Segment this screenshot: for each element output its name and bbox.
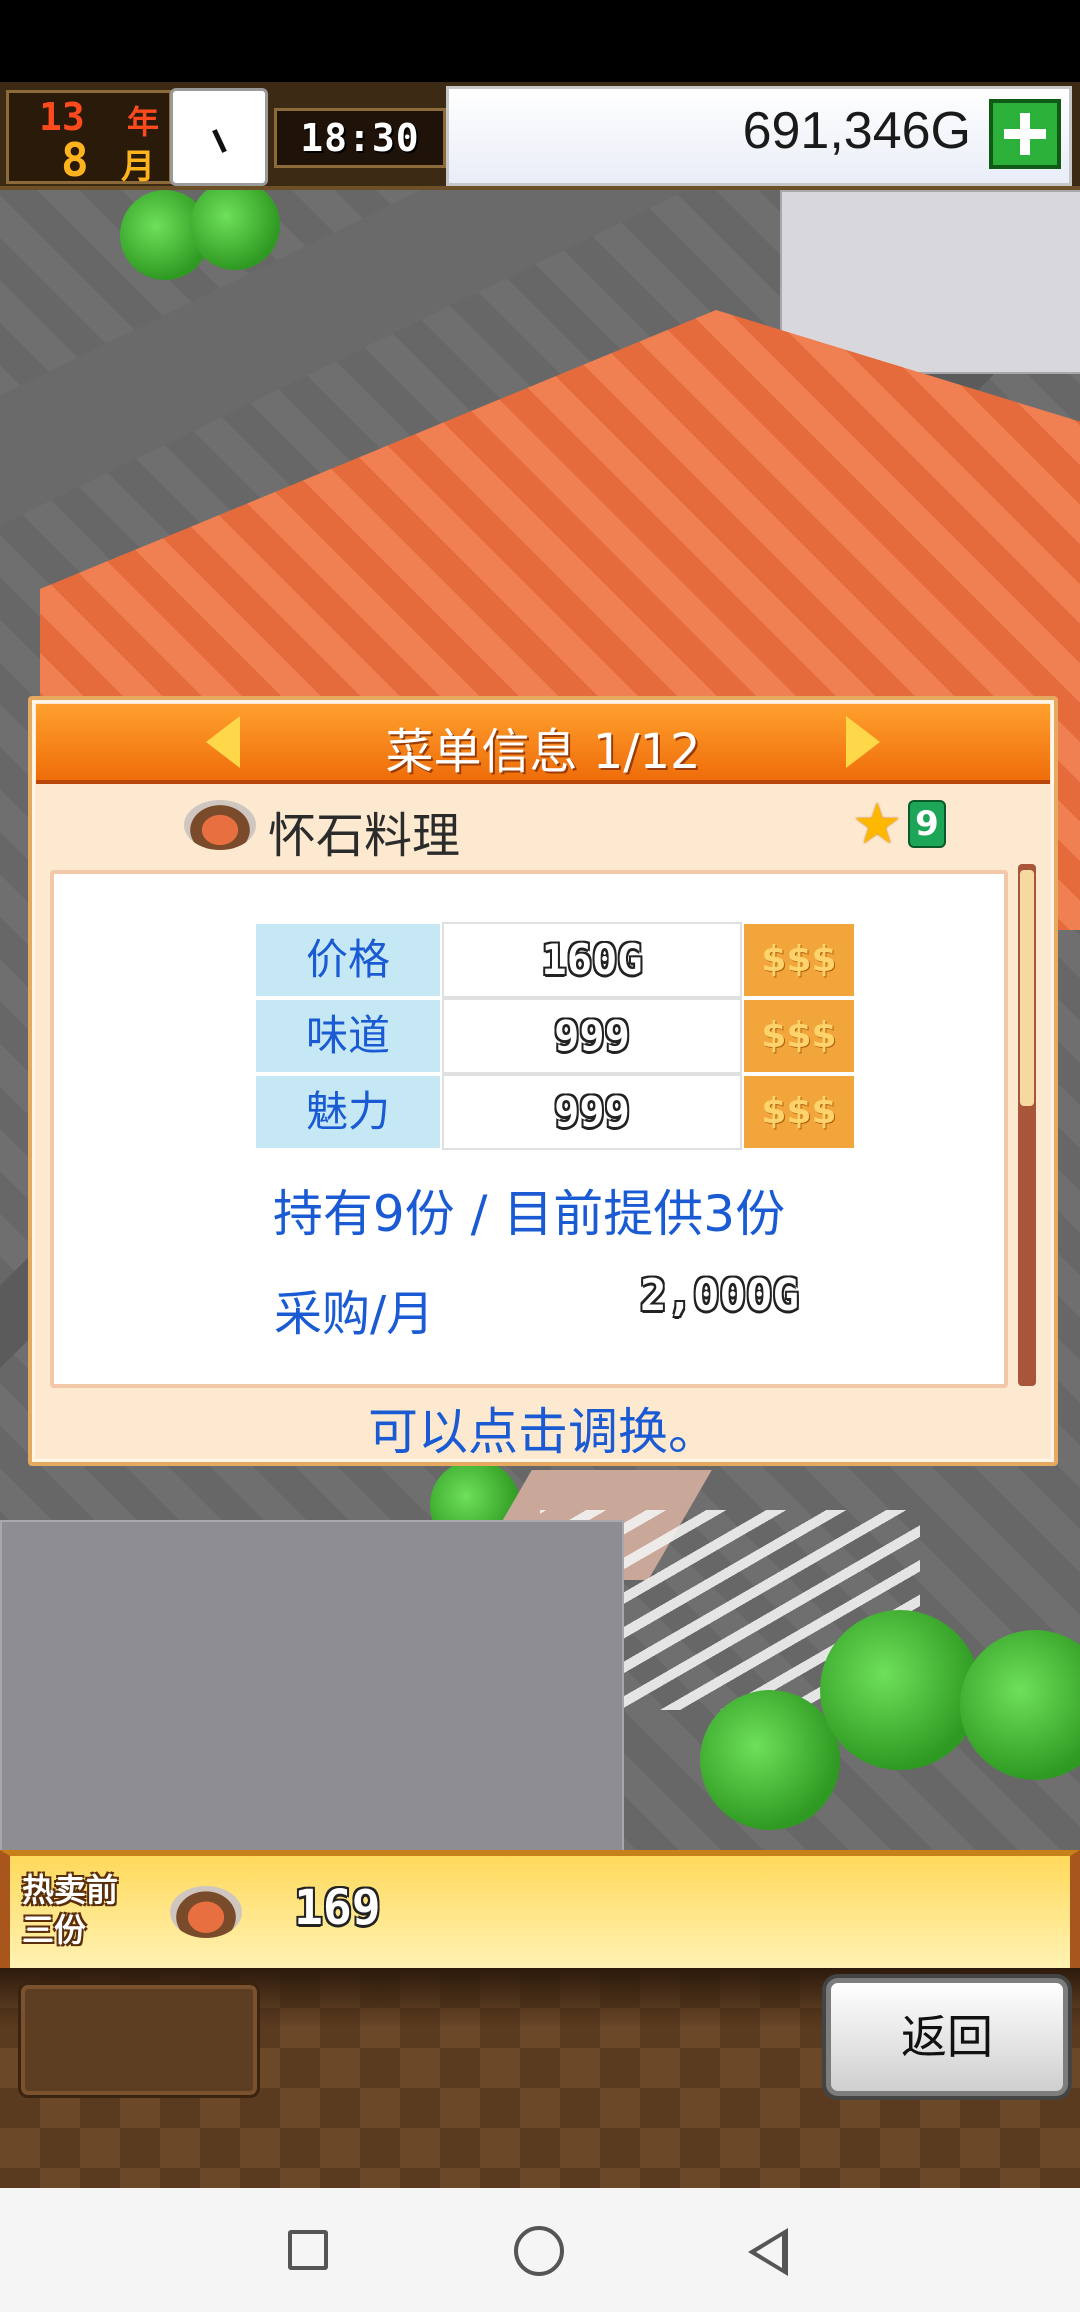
empty-slot	[18, 1982, 260, 2098]
stat-label: 价格	[254, 922, 442, 998]
stat-row-appeal: 魅力 999 $$$	[254, 1074, 856, 1150]
stat-rating: $$$	[742, 998, 856, 1074]
stat-value: 999	[442, 998, 742, 1074]
tree	[700, 1690, 840, 1830]
stat-rating: $$$	[742, 1074, 856, 1150]
top-hud: 13 年 8 月 18:30 691,346G	[0, 82, 1080, 190]
star-icon: ★	[852, 792, 903, 857]
plus-icon[interactable]	[989, 99, 1061, 169]
panel-title: 菜单信息 1/12	[385, 724, 701, 780]
recents-icon[interactable]	[288, 2230, 328, 2270]
panel-header: 菜单信息 1/12	[36, 704, 1050, 784]
system-nav-bar	[0, 2188, 1080, 2312]
scrollbar[interactable]	[1018, 864, 1036, 1386]
menu-info-panel: 菜单信息 1/12 怀石料理 ★ 9 价格 160G $$$ 味道 999 $$…	[28, 696, 1058, 1466]
home-icon[interactable]	[514, 2226, 564, 2276]
scroll-thumb[interactable]	[1020, 870, 1034, 1106]
tree	[820, 1610, 980, 1770]
stat-value: 999	[442, 1074, 742, 1150]
purchase-label: 采购/月	[274, 1286, 435, 1342]
month-number: 8	[61, 133, 89, 187]
bestseller-count: 169	[294, 1880, 381, 1936]
tree	[190, 190, 280, 270]
stat-label: 魅力	[254, 1074, 442, 1150]
month-label: 月	[121, 147, 155, 187]
owned-text: 持有9份 / 目前提供3份	[272, 1185, 786, 1243]
back-nav-icon[interactable]	[748, 2228, 788, 2276]
stat-row-price: 价格 160G $$$	[254, 922, 856, 998]
money-display: 691,346G	[446, 86, 1072, 186]
dish-icon	[184, 800, 256, 850]
year-label: 年	[127, 103, 160, 141]
back-button[interactable]: 返回	[826, 1978, 1068, 2096]
action-bar: 返回	[0, 1968, 1080, 2188]
date-display: 13 年 8 月	[6, 90, 172, 187]
hint-text: 可以点击调换。	[368, 1403, 718, 1461]
bestseller-label: 热卖前三份	[22, 1871, 119, 1949]
stat-value: 160G	[442, 922, 742, 998]
stats-box[interactable]: 价格 160G $$$ 味道 999 $$$ 魅力 999 $$$ 持有9份 /…	[50, 870, 1008, 1388]
stat-label: 味道	[254, 998, 442, 1074]
dish-row: 怀石料理 ★ 9	[32, 786, 1046, 866]
money-value: 691,346G	[742, 102, 971, 160]
building	[0, 1520, 624, 1850]
purchase-value: 2,000G	[640, 1270, 799, 1321]
stat-table: 价格 160G $$$ 味道 999 $$$ 魅力 999 $$$	[254, 922, 856, 1150]
dish-icon	[170, 1886, 242, 1938]
bestseller-bar: 热卖前三份 169	[0, 1850, 1080, 1968]
dish-rank: 9	[908, 800, 946, 848]
stat-rating: $$$	[742, 922, 856, 998]
clock-icon	[170, 88, 268, 186]
stat-row-taste: 味道 999 $$$	[254, 998, 856, 1074]
time-display: 18:30	[274, 108, 446, 168]
next-arrow-icon[interactable]	[846, 716, 880, 768]
status-bar	[0, 0, 1080, 82]
dish-name: 怀石料理	[268, 808, 461, 864]
tree	[960, 1630, 1080, 1780]
